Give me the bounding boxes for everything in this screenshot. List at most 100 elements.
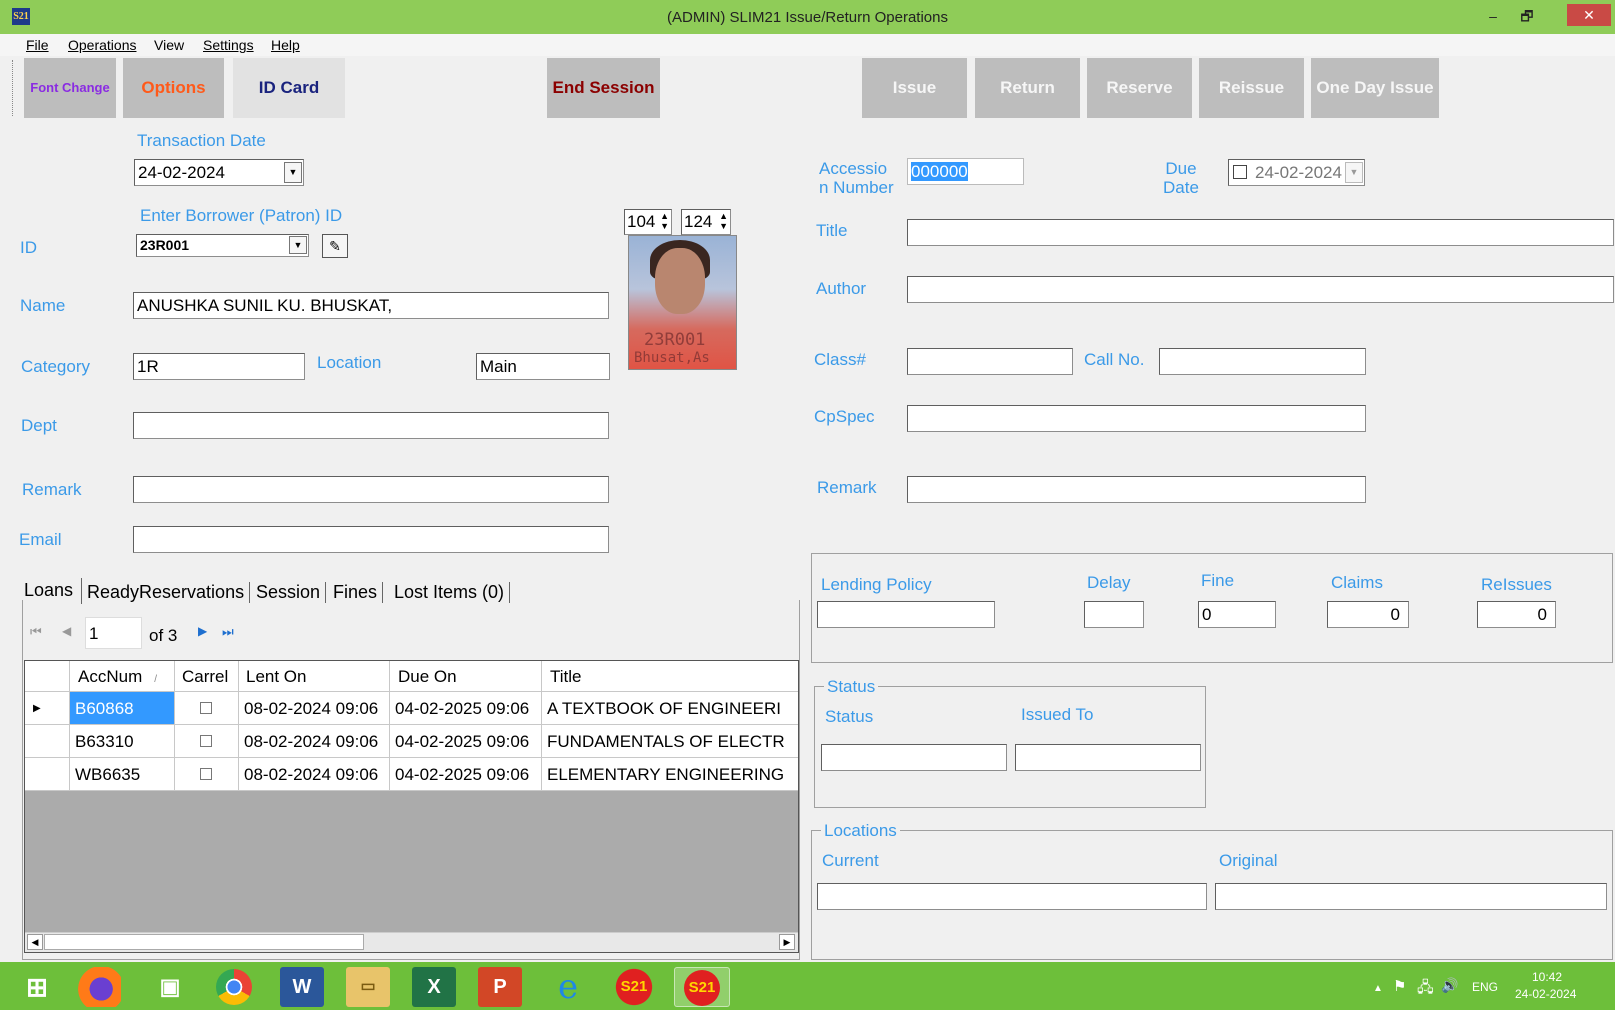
table-row-title[interactable]: A TEXTBOOK OF ENGINEERI: [542, 692, 798, 725]
tab-lost-items[interactable]: Lost Items (0): [394, 582, 511, 603]
scroll-left-icon[interactable]: ◀: [27, 934, 43, 950]
minimize-button[interactable]: –: [1478, 4, 1508, 28]
location-field[interactable]: Main: [476, 353, 610, 380]
internet-explorer-icon[interactable]: e: [546, 967, 590, 1007]
powerpoint-icon[interactable]: P: [478, 967, 522, 1007]
table-row-accnum[interactable]: B63310: [70, 725, 175, 758]
column-header-title[interactable]: Title: [542, 661, 798, 692]
status-field[interactable]: [821, 744, 1007, 771]
menu-view[interactable]: View: [154, 37, 184, 53]
firefox-icon[interactable]: [77, 967, 121, 1007]
language-indicator[interactable]: ENG: [1472, 980, 1498, 994]
id-card-button[interactable]: ID Card: [233, 58, 345, 118]
chevron-down-icon[interactable]: ▼: [289, 236, 307, 254]
reissues-field[interactable]: 0: [1477, 601, 1556, 628]
table-row-title[interactable]: FUNDAMENTALS OF ELECTR: [542, 725, 798, 758]
accession-field[interactable]: 000000: [907, 158, 1024, 185]
tab-ready-reservations[interactable]: ReadyReservations: [87, 582, 251, 603]
column-header-carrel[interactable]: Carrel: [175, 661, 239, 692]
carrel-checkbox[interactable]: [200, 768, 212, 780]
table-row-carrel[interactable]: [175, 692, 239, 725]
chrome-icon[interactable]: [216, 969, 252, 1005]
table-row-due-on[interactable]: 04-02-2025 09:06: [390, 692, 542, 725]
font-change-button[interactable]: Font Change: [24, 58, 116, 118]
fine-field[interactable]: 0: [1198, 601, 1276, 628]
store-icon[interactable]: ▣: [148, 967, 192, 1007]
column-header-due-on[interactable]: Due On: [390, 661, 542, 692]
action-center-flag-icon[interactable]: ⚑: [1393, 977, 1406, 995]
return-button[interactable]: Return: [975, 58, 1080, 118]
column-header-accnum[interactable]: AccNum /: [70, 661, 175, 692]
tab-session[interactable]: Session: [256, 582, 327, 603]
issued-to-field[interactable]: [1015, 744, 1201, 771]
table-row-lent-on[interactable]: 08-02-2024 09:06: [239, 692, 390, 725]
show-hidden-icons-icon[interactable]: ▲: [1373, 983, 1383, 994]
end-session-button[interactable]: End Session: [547, 58, 660, 118]
title-field[interactable]: [907, 219, 1614, 246]
first-page-icon[interactable]: ⏮: [30, 624, 42, 640]
column-header-lent-on[interactable]: Lent On: [239, 661, 390, 692]
menu-operations[interactable]: Operations: [68, 37, 136, 53]
chevron-down-icon[interactable]: ▼: [1345, 162, 1363, 183]
due-date-checkbox[interactable]: [1233, 165, 1247, 179]
dept-field[interactable]: [133, 412, 609, 439]
table-row-carrel[interactable]: [175, 758, 239, 791]
table-row-carrel[interactable]: [175, 725, 239, 758]
due-date-picker[interactable]: 24-02-2024 ▼: [1228, 159, 1365, 186]
delay-field[interactable]: [1084, 601, 1144, 628]
table-row-lent-on[interactable]: 08-02-2024 09:06: [239, 725, 390, 758]
menu-settings[interactable]: Settings: [203, 37, 254, 53]
clock-time[interactable]: 10:42: [1532, 970, 1562, 984]
network-icon[interactable]: 🖧: [1417, 977, 1434, 1002]
reissue-button[interactable]: Reissue: [1199, 58, 1304, 118]
table-row-lent-on[interactable]: 08-02-2024 09:06: [239, 758, 390, 791]
slim21-app-icon[interactable]: S21: [612, 967, 656, 1007]
last-page-icon[interactable]: ⏭: [222, 624, 234, 640]
prev-page-icon[interactable]: ◀: [62, 624, 71, 638]
reserve-button[interactable]: Reserve: [1087, 58, 1192, 118]
original-location-field[interactable]: [1215, 883, 1607, 910]
table-row-accnum[interactable]: WB6635: [70, 758, 175, 791]
clock-date[interactable]: 24-02-2024: [1515, 987, 1576, 1001]
carrel-checkbox[interactable]: [200, 735, 212, 747]
one-day-issue-button[interactable]: One Day Issue: [1311, 58, 1439, 118]
name-field[interactable]: ANUSHKA SUNIL KU. BHUSKAT,: [133, 292, 609, 319]
table-row-due-on[interactable]: 04-02-2025 09:06: [390, 758, 542, 791]
tab-fines[interactable]: Fines: [333, 582, 384, 603]
email-field[interactable]: [133, 526, 609, 553]
photo-height-stepper[interactable]: 124 ▲ ▼: [681, 209, 731, 235]
file-explorer-icon[interactable]: ▭: [346, 967, 390, 1007]
excel-icon[interactable]: X: [412, 967, 456, 1007]
scrollbar-thumb[interactable]: [44, 934, 364, 950]
restore-button[interactable]: 🗗: [1512, 4, 1542, 28]
chevron-down-icon[interactable]: ▼: [284, 162, 302, 183]
tab-loans[interactable]: Loans: [24, 580, 78, 601]
volume-icon[interactable]: 🔊: [1441, 977, 1458, 994]
call-no-field[interactable]: [1159, 348, 1366, 375]
issue-button[interactable]: Issue: [862, 58, 967, 118]
item-remark-field[interactable]: [907, 476, 1366, 503]
row-selector-icon[interactable]: ▶: [25, 692, 70, 725]
slim21-active-app-icon[interactable]: S21: [674, 967, 730, 1007]
options-button[interactable]: Options: [123, 58, 224, 118]
page-number-field[interactable]: 1: [85, 617, 142, 649]
carrel-checkbox[interactable]: [200, 702, 212, 714]
table-row-title[interactable]: ELEMENTARY ENGINEERING: [542, 758, 798, 791]
search-patron-icon[interactable]: ✎: [322, 234, 348, 258]
claims-field[interactable]: 0: [1327, 601, 1409, 628]
next-page-icon[interactable]: ▶: [198, 624, 207, 638]
author-field[interactable]: [907, 276, 1614, 303]
word-icon[interactable]: W: [280, 967, 324, 1007]
cpspec-field[interactable]: [907, 405, 1366, 432]
current-location-field[interactable]: [817, 883, 1207, 910]
menu-help[interactable]: Help: [271, 37, 300, 53]
scroll-right-icon[interactable]: ▶: [779, 934, 795, 950]
table-row-accnum[interactable]: B60868: [70, 692, 175, 725]
borrower-remark-field[interactable]: [133, 476, 609, 503]
close-button[interactable]: ✕: [1567, 4, 1611, 26]
category-field[interactable]: 1R: [133, 353, 305, 380]
row-selector[interactable]: [25, 758, 70, 791]
table-row-due-on[interactable]: 04-02-2025 09:06: [390, 725, 542, 758]
transaction-date-picker[interactable]: 24-02-2024 ▼: [134, 159, 304, 186]
menu-file[interactable]: File: [26, 37, 49, 53]
